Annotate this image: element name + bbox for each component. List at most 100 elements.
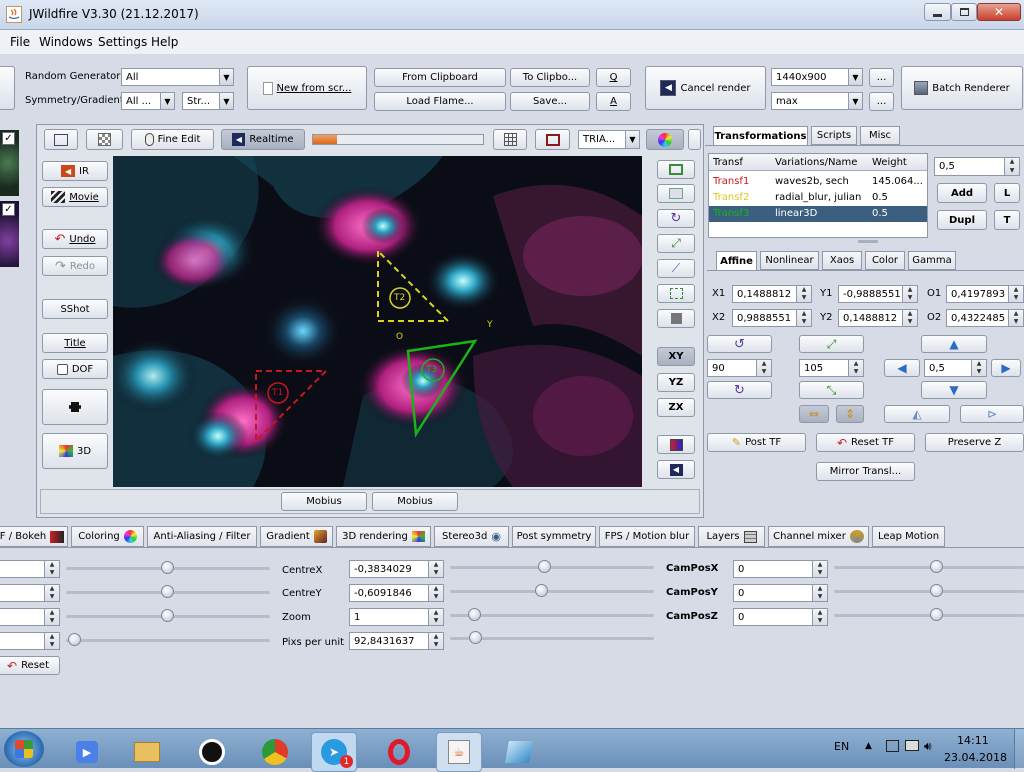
- t-button[interactable]: T: [994, 210, 1020, 230]
- checker-button[interactable]: [86, 129, 123, 150]
- camposz-field[interactable]: 0 ▲ ▼: [733, 608, 828, 626]
- tab-nonlinear[interactable]: Nonlinear: [760, 251, 819, 270]
- rotate-right-button[interactable]: ↻: [707, 381, 772, 399]
- tab-post-symmetry[interactable]: Post symmetry: [512, 526, 596, 547]
- show-desktop-button[interactable]: [1014, 729, 1024, 769]
- fractal-canvas[interactable]: T2 T1 T3 O Y: [113, 156, 642, 487]
- taskbar-java[interactable]: ☕: [436, 732, 482, 772]
- screenshot-button[interactable]: SShot: [42, 299, 108, 319]
- resolution-combo[interactable]: 1440x900 ▼: [771, 68, 863, 86]
- flip-horizontal-button[interactable]: ⇔: [799, 405, 829, 423]
- save-button[interactable]: Save...: [510, 92, 590, 111]
- mirror-x-button[interactable]: ◭: [884, 405, 950, 423]
- tab-dof-bokeh[interactable]: F / Bokeh: [0, 526, 68, 547]
- flip-vertical-button[interactable]: ⇕: [836, 405, 864, 423]
- tab-scripts[interactable]: Scripts: [811, 126, 857, 145]
- table-splitter[interactable]: [858, 240, 878, 243]
- batch-renderer-button[interactable]: Batch Renderer: [901, 66, 1023, 110]
- maximize-button[interactable]: [951, 3, 977, 21]
- edit-mode-button[interactable]: [44, 129, 78, 150]
- spinner-icon[interactable]: ▲ ▼: [44, 633, 59, 649]
- title-button[interactable]: Title: [42, 333, 108, 353]
- mirror-transl-button[interactable]: Mirror Transl...: [816, 462, 915, 481]
- tab-3d-rendering[interactable]: 3D rendering: [336, 526, 431, 547]
- clock-date[interactable]: 23.04.2018: [944, 751, 1007, 764]
- spinner-icon[interactable]: ▲ ▼: [902, 286, 917, 302]
- left-field-2[interactable]: ▲ ▼: [0, 584, 60, 602]
- taskbar-telegram[interactable]: ➤ 1: [311, 732, 357, 772]
- spinner-icon[interactable]: ▲ ▼: [812, 609, 827, 625]
- spinner-icon[interactable]: ▲ ▼: [971, 360, 986, 376]
- movie-clip-button[interactable]: [42, 389, 108, 425]
- frame-button[interactable]: [535, 129, 570, 150]
- menu-help[interactable]: Help: [151, 35, 178, 49]
- grid-button[interactable]: [493, 129, 527, 150]
- camposx-field[interactable]: 0 ▲ ▼: [733, 560, 828, 578]
- spinner-icon[interactable]: ▲ ▼: [1008, 310, 1023, 326]
- left-edge-button[interactable]: [0, 66, 15, 110]
- spinner-icon[interactable]: ▲ ▼: [756, 360, 771, 376]
- tab-stereo3d[interactable]: Stereo3d ◉: [434, 526, 509, 547]
- rotate-angle-field[interactable]: 90 ▲ ▼: [707, 359, 772, 377]
- centrey-field[interactable]: -0,6091846 ▲ ▼: [349, 584, 444, 602]
- tab-misc[interactable]: Misc: [860, 126, 900, 145]
- tray-device-icon[interactable]: [886, 740, 899, 752]
- to-clipboard-button[interactable]: To Clipbo...: [510, 68, 590, 87]
- movie-button[interactable]: Movie: [42, 187, 108, 207]
- load-flame-button[interactable]: Load Flame...: [374, 92, 506, 111]
- tab-gradient[interactable]: Gradient: [260, 526, 333, 547]
- zoom-field[interactable]: 1 ▲ ▼: [349, 608, 444, 626]
- x2-field[interactable]: 0,9888551 ▲ ▼: [732, 309, 812, 327]
- left-slider-4[interactable]: [66, 633, 270, 647]
- tab-channel-mixer[interactable]: Channel mixer: [768, 526, 869, 547]
- xy-button[interactable]: XY: [657, 347, 695, 366]
- left-slider-2[interactable]: [66, 585, 270, 599]
- undo-button[interactable]: ↶ Undo: [42, 229, 108, 249]
- left-slider-1[interactable]: [66, 561, 270, 575]
- view-button-1[interactable]: [657, 160, 695, 179]
- clock-time[interactable]: 14:11: [957, 734, 989, 747]
- table-row[interactable]: Transf1 waves2b, sech 145.064...: [709, 174, 927, 190]
- layer-view-button[interactable]: [657, 435, 695, 454]
- gradient-combo[interactable]: Str... ▼: [182, 92, 234, 110]
- taskbar-explorer[interactable]: [124, 732, 170, 772]
- move-amount-field[interactable]: 0,5 ▲ ▼: [924, 359, 987, 377]
- tab-anti-aliasing[interactable]: Anti-Aliasing / Filter: [147, 526, 257, 547]
- move-down-button[interactable]: ▼: [921, 381, 987, 399]
- spinner-icon[interactable]: ▲ ▼: [44, 561, 59, 577]
- rotate-view-button[interactable]: ↻: [657, 209, 695, 228]
- l-button[interactable]: L: [994, 183, 1020, 203]
- tab-color[interactable]: Color: [865, 251, 905, 270]
- tab-xaos[interactable]: Xaos: [822, 251, 862, 270]
- spinner-icon[interactable]: ▲ ▼: [428, 561, 443, 577]
- move-right-button[interactable]: ▶: [991, 359, 1021, 377]
- minimize-button[interactable]: [924, 3, 951, 21]
- preserve-z-button[interactable]: Preserve Z: [925, 433, 1024, 452]
- scale-up-button[interactable]: ⤢: [799, 335, 864, 353]
- camposx-slider[interactable]: [834, 560, 1024, 574]
- random-generator-combo[interactable]: All ▼: [121, 68, 234, 86]
- spinner-icon[interactable]: ▲ ▼: [1004, 158, 1019, 175]
- left-slider-3[interactable]: [66, 609, 270, 623]
- spinner-icon[interactable]: ▲ ▼: [812, 585, 827, 601]
- reset-button[interactable]: ↶ Reset: [0, 656, 60, 675]
- mobius-button-2[interactable]: Mobius: [372, 492, 458, 511]
- fit-view-button[interactable]: ⤢: [657, 234, 695, 253]
- thumbnail-2-checkbox[interactable]: ✓: [2, 203, 15, 216]
- table-row-selected[interactable]: Transf3 linear3D 0.5: [709, 206, 927, 222]
- redo-button[interactable]: ↷ Redo: [42, 256, 108, 276]
- y2-field[interactable]: 0,1488812 ▲ ▼: [838, 309, 918, 327]
- camposy-field[interactable]: 0 ▲ ▼: [733, 584, 828, 602]
- scale-field[interactable]: 105 ▲ ▼: [799, 359, 864, 377]
- taskbar-app[interactable]: [496, 732, 542, 772]
- ir-button[interactable]: ◀ IR: [42, 161, 108, 181]
- tab-transformations[interactable]: Transformations: [713, 126, 808, 145]
- spinner-icon[interactable]: ▲ ▼: [44, 585, 59, 601]
- post-tf-button[interactable]: ✎ Post TF: [707, 433, 806, 452]
- fine-edit-button[interactable]: Fine Edit: [131, 129, 214, 150]
- mirror-y-button[interactable]: ⊳: [960, 405, 1024, 423]
- q-button[interactable]: Q: [596, 68, 631, 87]
- menu-settings[interactable]: Settings: [98, 35, 147, 49]
- spinner-icon[interactable]: ▲ ▼: [848, 360, 863, 376]
- spinner-icon[interactable]: ▲ ▼: [796, 310, 811, 326]
